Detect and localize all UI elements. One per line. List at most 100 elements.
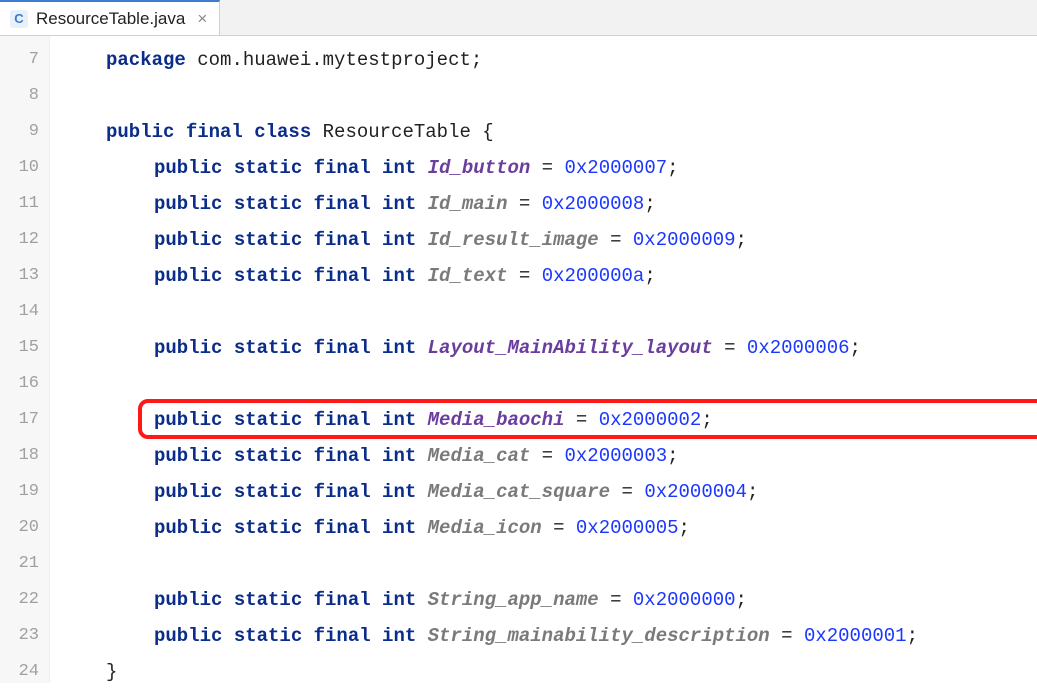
- field-name: String_app_name: [428, 589, 599, 611]
- code-area[interactable]: package com.huawei.mytestproject; public…: [50, 36, 1037, 683]
- line-number: 19: [0, 474, 39, 510]
- operator: =: [564, 409, 598, 431]
- field-name: Media_cat: [428, 445, 531, 467]
- keyword: public static final int: [154, 265, 416, 287]
- line-number: 21: [0, 546, 39, 582]
- token-op: ;: [471, 49, 482, 71]
- semicolon: ;: [644, 193, 655, 215]
- tab-filename: ResourceTable.java: [36, 9, 185, 29]
- code-line[interactable]: public static final int Id_button = 0x20…: [50, 150, 1037, 186]
- code-line[interactable]: [50, 546, 1037, 582]
- hex-value: 0x2000009: [633, 229, 736, 251]
- semicolon: ;: [850, 337, 861, 359]
- semicolon: ;: [747, 481, 758, 503]
- code-line[interactable]: public static final int Id_text = 0x2000…: [50, 258, 1037, 294]
- line-number: 11: [0, 186, 39, 222]
- operator: =: [530, 157, 564, 179]
- operator: =: [507, 193, 541, 215]
- line-number: 15: [0, 330, 39, 366]
- field-name: Id_text: [428, 265, 508, 287]
- field-name: Media_cat_square: [428, 481, 610, 503]
- operator: =: [713, 337, 747, 359]
- code-line[interactable]: public static final int Media_icon = 0x2…: [50, 510, 1037, 546]
- code-line[interactable]: [50, 294, 1037, 330]
- hex-value: 0x2000004: [644, 481, 747, 503]
- line-number: 9: [0, 114, 39, 150]
- semicolon: ;: [667, 157, 678, 179]
- line-number: 17: [0, 402, 39, 438]
- code-line[interactable]: public static final int Id_main = 0x2000…: [50, 186, 1037, 222]
- keyword: public static final int: [154, 517, 416, 539]
- code-line[interactable]: public static final int Media_cat_square…: [50, 474, 1037, 510]
- code-line[interactable]: public final class ResourceTable {: [50, 114, 1037, 150]
- keyword: public static final int: [154, 481, 416, 503]
- hex-value: 0x2000008: [542, 193, 645, 215]
- operator: =: [599, 229, 633, 251]
- line-number: 8: [0, 78, 39, 114]
- hex-value: 0x2000000: [633, 589, 736, 611]
- java-file-icon: C: [10, 10, 28, 28]
- tab-bar: C ResourceTable.java ×: [0, 0, 1037, 36]
- semicolon: ;: [701, 409, 712, 431]
- field-name: Layout_MainAbility_layout: [428, 337, 713, 359]
- token-op: }: [106, 661, 117, 683]
- close-icon[interactable]: ×: [197, 9, 207, 29]
- line-number: 24: [0, 654, 39, 690]
- line-number: 23: [0, 618, 39, 654]
- code-line[interactable]: [50, 78, 1037, 114]
- field-name: Media_baochi: [428, 409, 565, 431]
- token-cls: ResourceTable: [323, 121, 483, 143]
- code-line[interactable]: package com.huawei.mytestproject;: [50, 42, 1037, 78]
- operator: =: [507, 265, 541, 287]
- semicolon: ;: [736, 229, 747, 251]
- hex-value: 0x2000001: [804, 625, 907, 647]
- code-line[interactable]: public static final int Id_result_image …: [50, 222, 1037, 258]
- line-number: 16: [0, 366, 39, 402]
- semicolon: ;: [644, 265, 655, 287]
- hex-value: 0x2000005: [576, 517, 679, 539]
- token-pkg: com.huawei.mytestproject: [197, 49, 471, 71]
- code-line[interactable]: public static final int String_mainabili…: [50, 618, 1037, 654]
- line-number: 7: [0, 42, 39, 78]
- hex-value: 0x2000007: [565, 157, 668, 179]
- code-line[interactable]: }: [50, 654, 1037, 690]
- hex-value: 0x2000006: [747, 337, 850, 359]
- code-line[interactable]: public static final int Media_cat = 0x20…: [50, 438, 1037, 474]
- operator: =: [599, 589, 633, 611]
- line-number: 18: [0, 438, 39, 474]
- keyword: public static final int: [154, 337, 416, 359]
- operator: =: [610, 481, 644, 503]
- line-number-gutter: 789101112131415161718192021222324: [0, 36, 50, 683]
- semicolon: ;: [679, 517, 690, 539]
- token-kw: package: [106, 49, 186, 71]
- editor-tab[interactable]: C ResourceTable.java ×: [0, 0, 220, 35]
- code-line[interactable]: public static final int Layout_MainAbili…: [50, 330, 1037, 366]
- keyword: public static final int: [154, 157, 416, 179]
- operator: =: [530, 445, 564, 467]
- token-kw: public final class: [106, 121, 311, 143]
- field-name: Media_icon: [428, 517, 542, 539]
- semicolon: ;: [667, 445, 678, 467]
- field-name: Id_button: [428, 157, 531, 179]
- field-name: Id_main: [428, 193, 508, 215]
- keyword: public static final int: [154, 445, 416, 467]
- keyword: public static final int: [154, 589, 416, 611]
- code-line[interactable]: [50, 366, 1037, 402]
- hex-value: 0x200000a: [542, 265, 645, 287]
- keyword: public static final int: [154, 193, 416, 215]
- code-line[interactable]: public static final int Media_baochi = 0…: [50, 402, 1037, 438]
- semicolon: ;: [736, 589, 747, 611]
- keyword: public static final int: [154, 625, 416, 647]
- line-number: 10: [0, 150, 39, 186]
- operator: =: [542, 517, 576, 539]
- token-op: {: [482, 121, 493, 143]
- code-line[interactable]: public static final int String_app_name …: [50, 582, 1037, 618]
- line-number: 20: [0, 510, 39, 546]
- keyword: public static final int: [154, 409, 416, 431]
- code-editor[interactable]: 789101112131415161718192021222324 packag…: [0, 36, 1037, 683]
- line-number: 22: [0, 582, 39, 618]
- hex-value: 0x2000003: [565, 445, 668, 467]
- keyword: public static final int: [154, 229, 416, 251]
- semicolon: ;: [907, 625, 918, 647]
- operator: =: [770, 625, 804, 647]
